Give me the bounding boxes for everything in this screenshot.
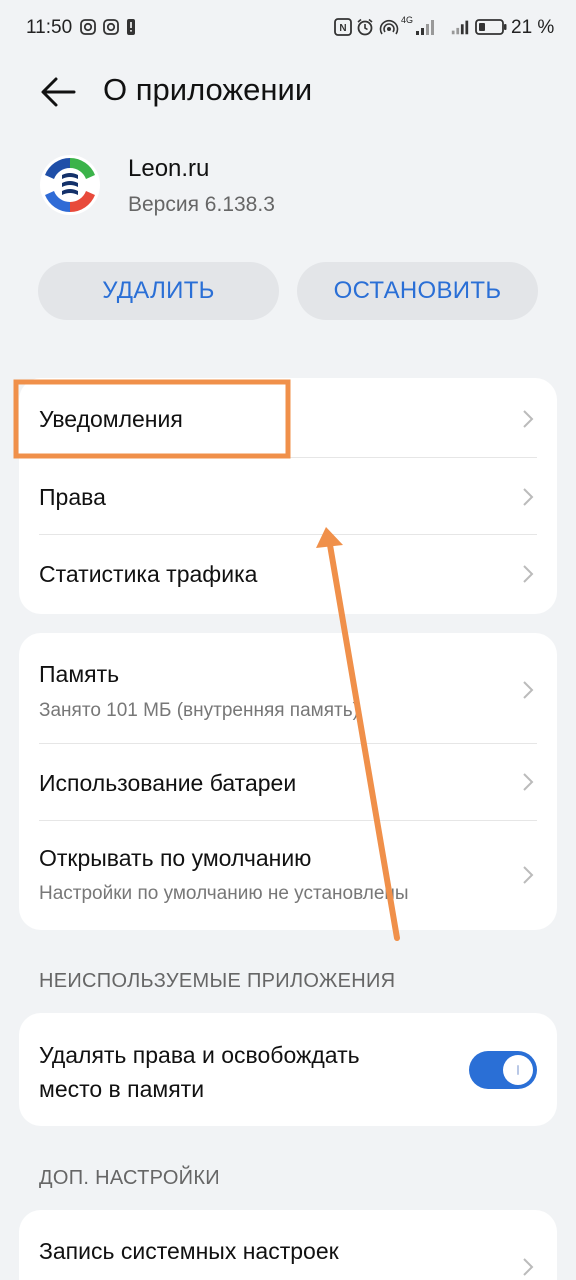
chevron-right-icon bbox=[523, 1258, 534, 1276]
battery-usage-row[interactable]: Использование батареи bbox=[19, 744, 557, 820]
app-version: Версия 6.138.3 bbox=[128, 193, 275, 216]
nfc-icon: N bbox=[334, 18, 352, 36]
chevron-right-icon bbox=[523, 866, 534, 884]
toggle-knob bbox=[503, 1055, 533, 1085]
traffic-stats-row[interactable]: Статистика трафика bbox=[19, 535, 557, 614]
chevron-right-icon bbox=[523, 488, 534, 506]
hotspot-icon bbox=[379, 19, 399, 35]
notifications-label: Уведомления bbox=[39, 406, 183, 432]
back-arrow-icon[interactable] bbox=[36, 70, 80, 114]
app-name: Leon.ru bbox=[128, 155, 210, 182]
extra-settings-section-header: ДОП. НАСТРОЙКИ bbox=[39, 1167, 220, 1189]
storage-row[interactable]: Память Занято 101 МБ (внутренняя память) bbox=[19, 633, 557, 743]
storage-card: Память Занято 101 МБ (внутренняя память)… bbox=[19, 633, 557, 930]
write-system-settings-row[interactable]: Запись системных настроек bbox=[19, 1210, 557, 1280]
open-by-default-label: Открывать по умолчанию bbox=[39, 845, 312, 871]
force-stop-button[interactable]: ОСТАНОВИТЬ bbox=[297, 262, 538, 320]
storage-label: Память bbox=[39, 661, 120, 687]
notification-alert-icon bbox=[127, 19, 135, 35]
permissions-card: Уведомления Права Статистика трафика bbox=[19, 378, 557, 614]
app-logo-icon bbox=[40, 155, 100, 215]
uninstall-button[interactable]: УДАЛИТЬ bbox=[38, 262, 279, 320]
chevron-right-icon bbox=[523, 773, 534, 791]
chevron-right-icon bbox=[523, 681, 534, 699]
open-by-default-row[interactable]: Открывать по умолчанию Настройки по умол… bbox=[19, 821, 557, 930]
permissions-row[interactable]: Права bbox=[19, 458, 557, 535]
remove-permissions-toggle[interactable] bbox=[469, 1051, 537, 1089]
storage-summary: Занято 101 МБ (внутренняя память) bbox=[39, 700, 359, 721]
unused-apps-section-header: НЕИСПОЛЬЗУЕМЫЕ ПРИЛОЖЕНИЯ bbox=[39, 970, 396, 992]
signal-strength-icon-2 bbox=[451, 20, 469, 35]
battery-percent: 21 % bbox=[511, 17, 555, 38]
notifications-row[interactable]: Уведомления bbox=[19, 378, 557, 458]
unused-apps-card: Удалять права и освобождать место в памя… bbox=[19, 1013, 557, 1126]
instagram-icon bbox=[80, 19, 96, 35]
battery-icon bbox=[475, 19, 507, 35]
remove-permissions-label-line1: Удалять права и освобождать bbox=[39, 1042, 360, 1068]
write-system-settings-label: Запись системных настроек bbox=[39, 1238, 339, 1264]
chevron-right-icon bbox=[523, 565, 534, 583]
extra-settings-card: Запись системных настроек bbox=[19, 1210, 557, 1280]
permissions-label: Права bbox=[39, 484, 106, 510]
alarm-icon bbox=[357, 18, 373, 36]
status-bar: 11:50 N 4G 21 % bbox=[0, 0, 576, 56]
instagram-icon bbox=[103, 19, 119, 35]
open-by-default-summary: Настройки по умолчанию не установлены bbox=[39, 883, 409, 904]
signal-strength-icon bbox=[416, 20, 434, 35]
battery-usage-label: Использование батареи bbox=[39, 770, 297, 796]
page-title: О приложении bbox=[103, 72, 313, 107]
svg-text:N: N bbox=[339, 23, 346, 34]
status-time: 11:50 bbox=[26, 17, 73, 38]
network-type: 4G bbox=[401, 15, 414, 25]
remove-permissions-label-line2: место в памяти bbox=[39, 1076, 205, 1102]
traffic-stats-label: Статистика трафика bbox=[39, 561, 258, 587]
chevron-right-icon bbox=[523, 410, 534, 428]
